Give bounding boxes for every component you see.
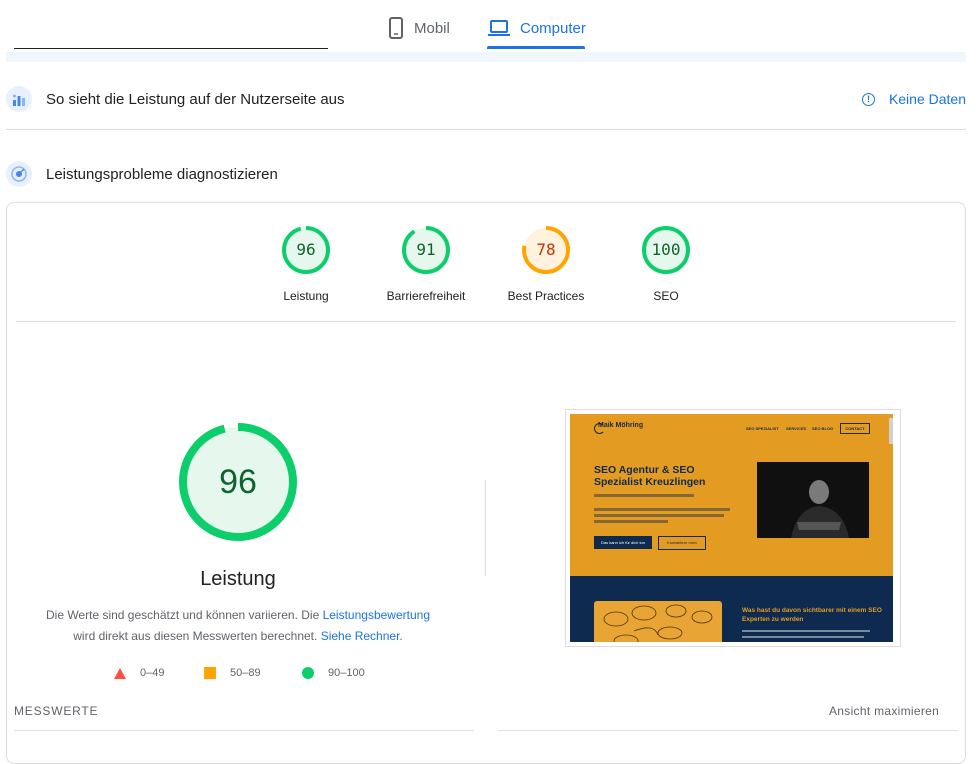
expand-view-button[interactable]: Ansicht maximieren (829, 704, 939, 718)
tab-mobile-label: Mobil (414, 19, 450, 37)
desc-text: Die Werte sind geschätzt und können vari… (45, 608, 323, 622)
desc-text-2: wird direkt aus diesen Messwerten berech… (73, 629, 321, 643)
legend-pass: 90–100 (302, 664, 365, 682)
site-secondary-button: Kontaktiere mich (658, 536, 706, 550)
legend-average: 50–89 (204, 664, 261, 682)
vertical-separator (485, 480, 486, 576)
legend-range: 50–89 (230, 667, 261, 679)
gauge-score: 91 (416, 240, 436, 259)
site-section-headline: Was hast du davon sichtbarer mit einem S… (742, 607, 882, 623)
text-line (594, 514, 724, 517)
site-nav-item: SERVICES (786, 426, 807, 431)
site-nav-item: SEO SPEZIALIST (746, 426, 779, 431)
metrics-divider-right (498, 730, 958, 731)
field-data-icon (6, 86, 32, 112)
info-icon: ! (861, 92, 875, 106)
no-data-label: Keine Daten (888, 91, 966, 107)
tab-desktop[interactable]: Computer (488, 14, 586, 42)
gauge-label: SEO (653, 289, 679, 303)
gauge-seo[interactable]: 100 SEO (616, 226, 716, 303)
metrics-divider (14, 730, 474, 731)
tab-mobile[interactable]: Mobil (388, 14, 450, 42)
gauge-label: Best Practices (507, 289, 585, 303)
laptop-icon (488, 20, 510, 36)
gauge-label: Barrierefreiheit (386, 289, 466, 303)
gauge-best-practices[interactable]: 78 Best Practices (496, 226, 596, 303)
performance-score: 96 (219, 463, 257, 501)
lab-data-title: Leistungsprobleme diagnostizieren (46, 165, 278, 183)
performance-score-gauge: 96 (178, 422, 298, 542)
gauge-score: 96 (296, 240, 316, 259)
red-triangle-icon (114, 667, 126, 679)
preview-scrollbar (889, 418, 893, 444)
legend-range: 0–49 (140, 667, 165, 679)
site-nav-item: SEO BLOG (812, 426, 834, 431)
score-calculation-link[interactable]: Leistungsbewertung (323, 608, 430, 622)
portrait-photo (757, 462, 869, 538)
sketch-illustration (594, 601, 722, 642)
tab-desktop-label: Computer (520, 19, 586, 37)
site-contact-button: CONTACT (840, 423, 870, 434)
url-underline (14, 48, 328, 49)
field-data-title: So sieht die Leistung auf der Nutzerseit… (46, 90, 345, 108)
text-line (594, 520, 668, 523)
legend-range: 90–100 (328, 667, 365, 679)
text-line (742, 630, 870, 632)
calculator-link[interactable]: Siehe Rechner (321, 629, 400, 643)
lab-data-header: Leistungsprobleme diagnostizieren (6, 154, 966, 194)
gauge-label: Leistung (283, 289, 329, 303)
final-screenshot[interactable]: Maik Möhring SEO SPEZIALIST SERVICES SEO… (565, 409, 901, 647)
green-circle-icon (302, 667, 314, 679)
legend-fail: 0–49 (114, 664, 164, 682)
text-line (742, 636, 864, 638)
desc-period: . (399, 629, 403, 643)
text-line (594, 508, 730, 511)
performance-description: Die Werte sind geschätzt und können vari… (30, 605, 446, 647)
site-headline: SEO Agentur & SEO Spezialist Kreuzlingen (594, 464, 706, 488)
site-logo: Maik Möhring (598, 422, 644, 429)
no-data-link[interactable]: ! Keine Daten (861, 79, 966, 119)
gauge-score: 78 (536, 240, 556, 259)
gauge-accessibility[interactable]: 91 Barrierefreiheit (376, 226, 476, 303)
diagnose-icon (6, 161, 32, 187)
orange-square-icon (204, 667, 216, 679)
mobile-phone-icon (389, 17, 403, 39)
gauge-performance[interactable]: 96 Leistung (256, 226, 356, 303)
text-line (594, 494, 694, 497)
performance-title: Leistung (200, 568, 276, 590)
section-divider (6, 129, 966, 130)
device-tab-bar: Mobil Computer (0, 0, 978, 52)
site-primary-button: Das kann ich für dich tun (594, 536, 652, 549)
url-band (6, 52, 966, 62)
active-tab-indicator (487, 46, 585, 49)
website-preview: Maik Möhring SEO SPEZIALIST SERVICES SEO… (570, 414, 893, 642)
gauge-score: 100 (651, 240, 681, 259)
gauges-divider (16, 321, 956, 322)
metrics-heading: MESSWERTE (14, 704, 99, 718)
field-data-header: So sieht die Leistung auf der Nutzerseit… (6, 79, 966, 119)
